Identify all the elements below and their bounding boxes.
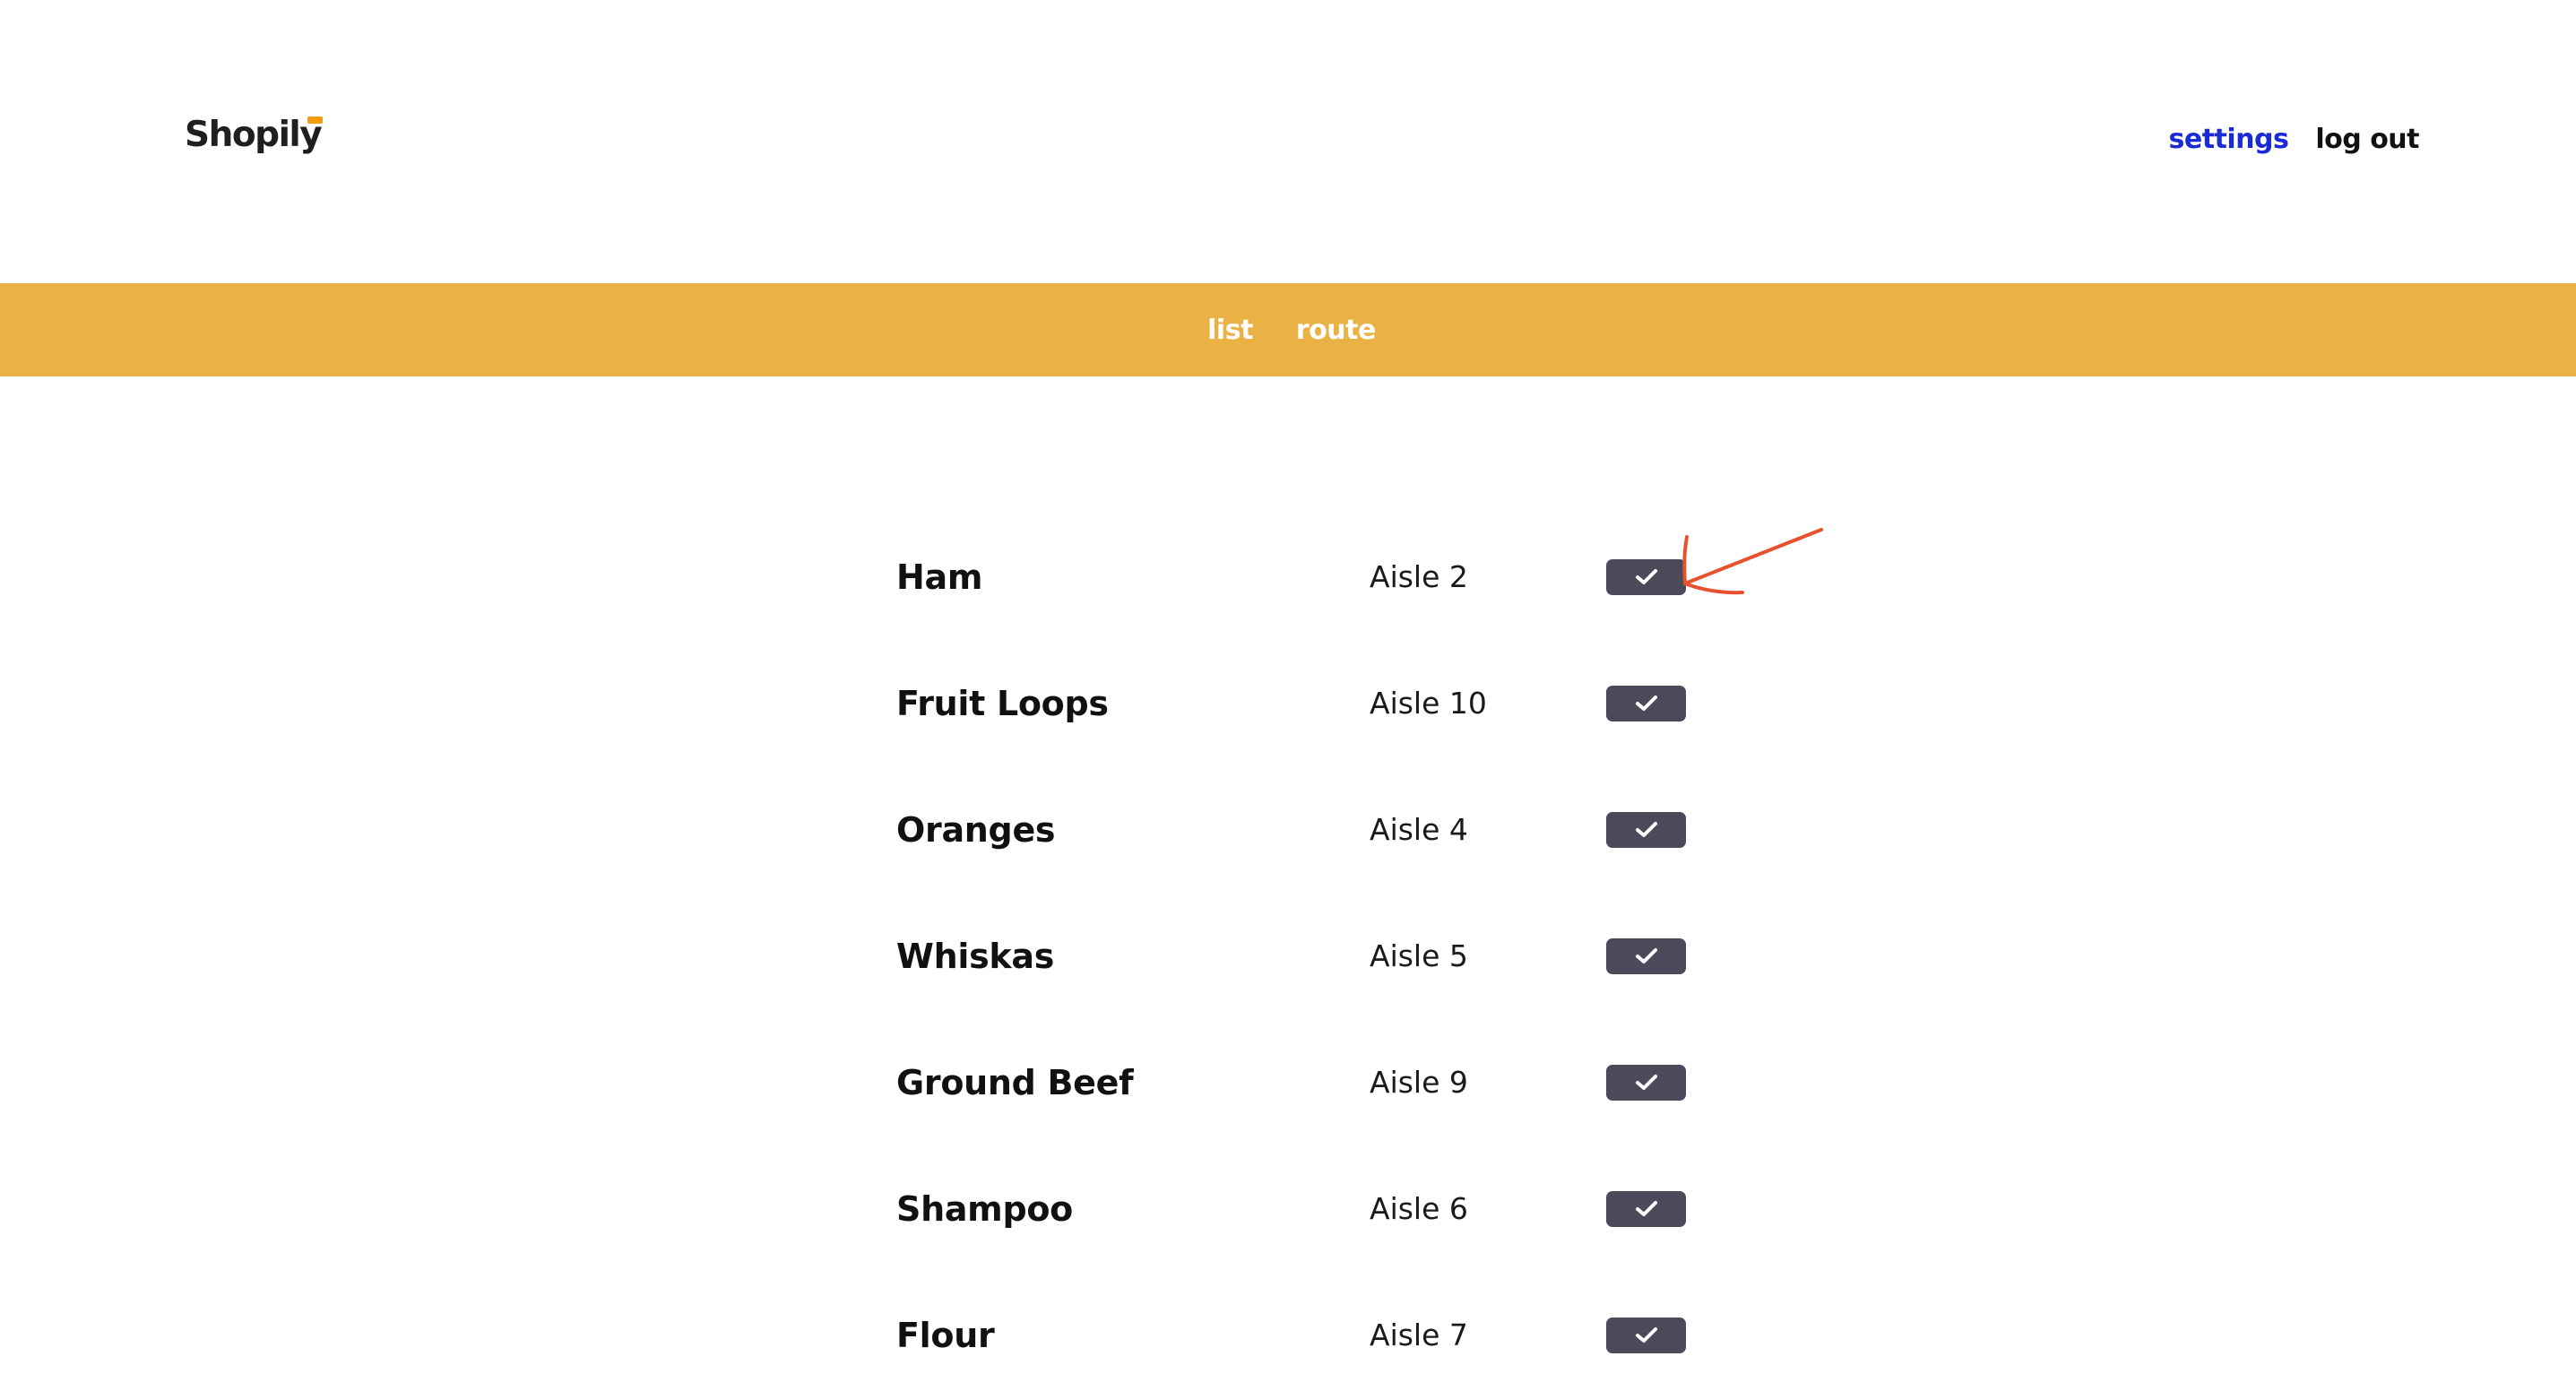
item-aisle: Aisle 6 [1370, 1191, 1468, 1226]
item-name: Ground Beef [896, 1063, 1134, 1102]
settings-link[interactable]: settings [2169, 124, 2289, 155]
item-name: Ham [896, 557, 983, 597]
list-item: Shampoo Aisle 6 [896, 1159, 1703, 1285]
check-icon [1635, 948, 1657, 963]
tab-bar: list route [0, 283, 2576, 376]
annotation-arrow-icon [1682, 528, 1823, 595]
item-name: Oranges [896, 810, 1056, 850]
list-item: Ground Beef Aisle 9 [896, 1032, 1703, 1159]
tab-list[interactable]: list [1207, 315, 1253, 346]
check-button[interactable] [1606, 938, 1686, 974]
item-name: Flour [896, 1316, 995, 1355]
check-icon [1635, 1327, 1657, 1343]
page: Shopily settings log out list route Ham … [0, 0, 2576, 1391]
check-button[interactable] [1606, 1318, 1686, 1353]
top-nav: settings log out [2169, 124, 2420, 155]
check-icon [1635, 696, 1657, 711]
check-icon [1635, 1075, 1657, 1090]
item-aisle: Aisle 10 [1370, 686, 1487, 721]
list-item: Whiskas Aisle 5 [896, 906, 1703, 1032]
list-item: Oranges Aisle 4 [896, 780, 1703, 906]
check-button[interactable] [1606, 686, 1686, 721]
check-button[interactable] [1606, 1191, 1686, 1227]
logo[interactable]: Shopily [185, 109, 324, 160]
logo-text: Shopily [185, 114, 323, 155]
item-aisle: Aisle 5 [1370, 938, 1468, 973]
item-aisle: Aisle 9 [1370, 1065, 1468, 1100]
check-button[interactable] [1606, 812, 1686, 848]
logo-mark-icon [307, 117, 324, 124]
tab-route[interactable]: route [1296, 315, 1376, 346]
list-item: Ham Aisle 2 [896, 527, 1703, 653]
item-aisle: Aisle 2 [1370, 559, 1468, 594]
item-name: Shampoo [896, 1189, 1073, 1229]
list-item: Fruit Loops Aisle 10 [896, 653, 1703, 780]
item-aisle: Aisle 4 [1370, 812, 1468, 847]
logout-link[interactable]: log out [2315, 124, 2419, 155]
list-item: Flour Aisle 7 [896, 1285, 1703, 1391]
check-icon [1635, 569, 1657, 584]
check-icon [1635, 822, 1657, 837]
item-name: Fruit Loops [896, 684, 1109, 723]
check-button[interactable] [1606, 1065, 1686, 1101]
check-icon [1635, 1201, 1657, 1216]
item-aisle: Aisle 7 [1370, 1318, 1468, 1352]
item-name: Whiskas [896, 937, 1055, 976]
shopping-list: Ham Aisle 2 Fruit Loops Aisle 10 Oranges… [896, 527, 1703, 1391]
